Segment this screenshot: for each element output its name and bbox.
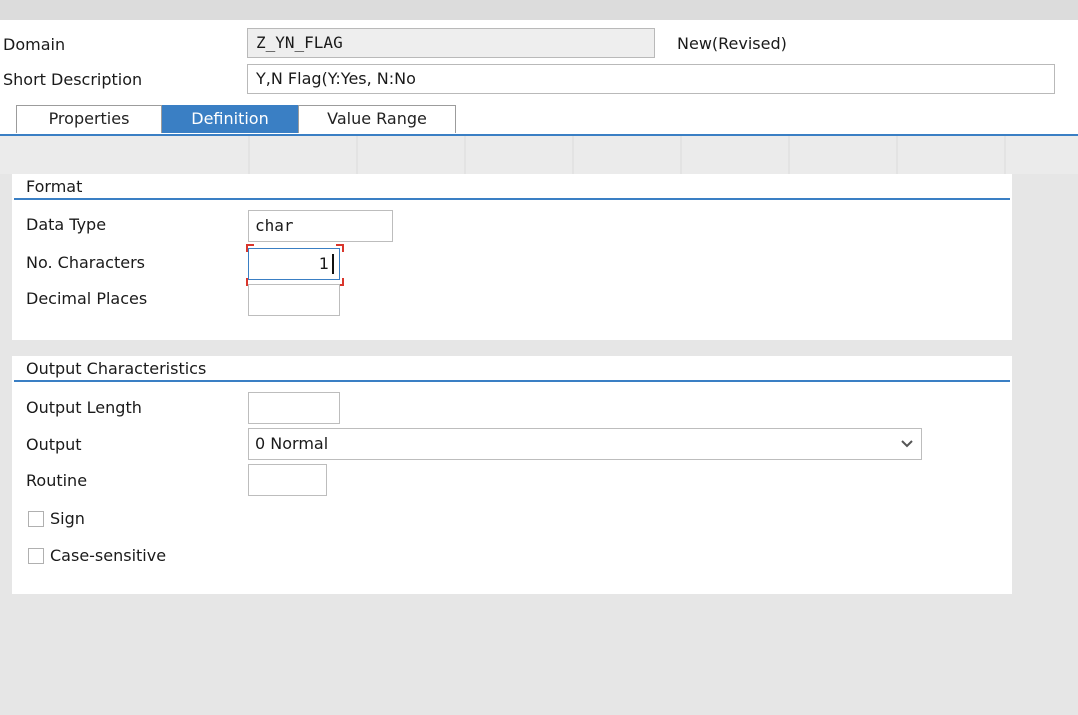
output-length-label: Output Length (26, 398, 142, 417)
short-description-label: Short Description (3, 70, 143, 89)
window-top-bar (0, 0, 1078, 20)
tab-value-range[interactable]: Value Range (298, 105, 456, 133)
no-characters-field[interactable]: 1 (248, 248, 340, 280)
no-characters-label: No. Characters (26, 253, 145, 272)
sign-checkbox[interactable] (28, 511, 44, 527)
output-group-title: Output Characteristics (26, 359, 207, 378)
chevron-down-icon (899, 429, 915, 459)
output-group: Output Characteristics Output Length Out… (12, 356, 1012, 594)
background-stripes (0, 136, 1078, 174)
status-text: New(Revised) (677, 34, 787, 53)
sign-label: Sign (50, 509, 85, 528)
case-sensitive-checkbox[interactable] (28, 548, 44, 564)
case-sensitive-label: Case-sensitive (50, 546, 167, 565)
output-length-field[interactable] (248, 392, 340, 424)
focus-corner-tr (336, 244, 344, 252)
format-group: Format Data Type char No. Characters 1 D… (12, 174, 1012, 340)
output-label: Output (26, 435, 82, 454)
format-group-rule (14, 198, 1010, 200)
text-cursor (332, 254, 334, 274)
domain-label: Domain (3, 35, 66, 54)
decimal-places-field[interactable] (248, 284, 340, 316)
routine-label: Routine (26, 471, 88, 490)
output-group-rule (14, 380, 1010, 382)
output-select-value: 0 Normal (255, 434, 329, 453)
format-group-title: Format (26, 177, 83, 196)
decimal-places-label: Decimal Places (26, 289, 148, 308)
short-description-field[interactable]: Y,N Flag(Y:Yes, N:No (247, 64, 1055, 94)
output-select[interactable]: 0 Normal (248, 428, 922, 460)
routine-field[interactable] (248, 464, 327, 496)
data-type-field[interactable]: char (248, 210, 393, 242)
domain-name-field[interactable]: Z_YN_FLAG (247, 28, 655, 58)
tab-properties[interactable]: Properties (16, 105, 162, 133)
focus-corner-tl (246, 244, 254, 252)
tab-definition[interactable]: Definition (162, 105, 298, 133)
data-type-label: Data Type (26, 215, 107, 234)
